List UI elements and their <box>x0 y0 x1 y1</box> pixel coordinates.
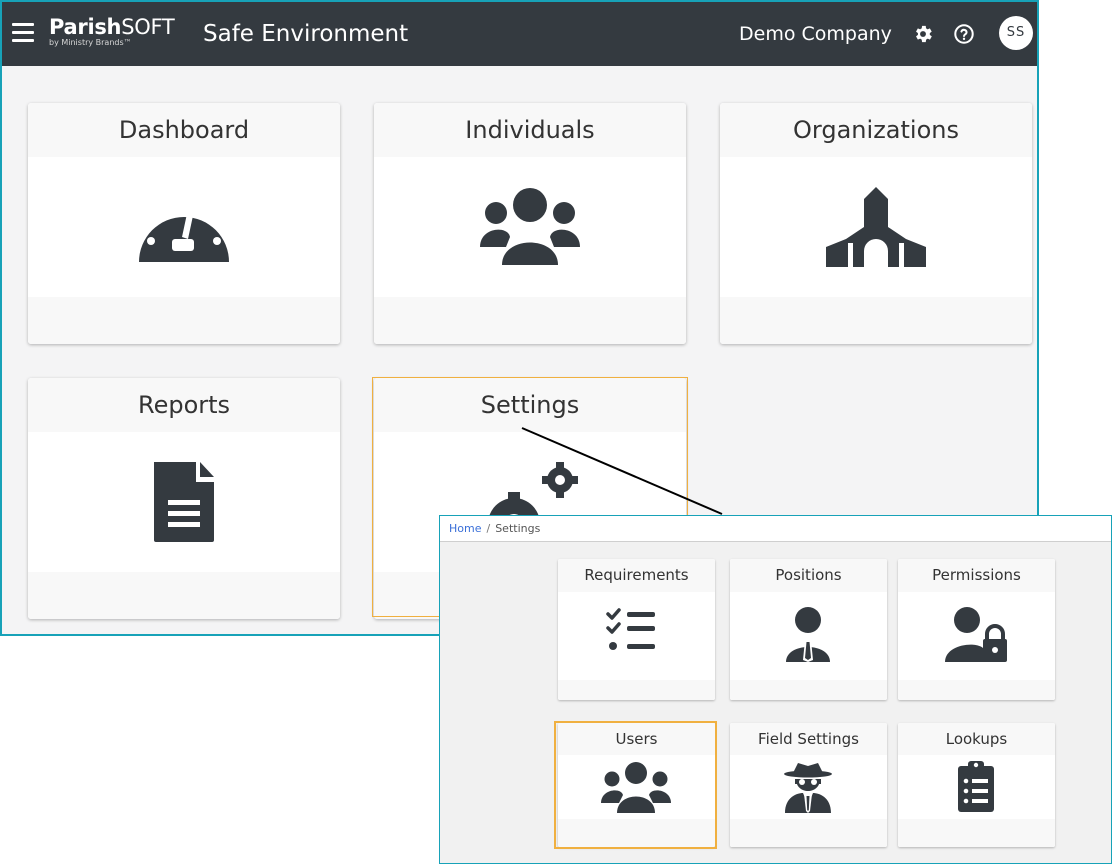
menu-icon[interactable] <box>12 23 34 45</box>
card-title: Lookups <box>898 723 1055 755</box>
checklist-icon <box>606 608 655 650</box>
brand-tagline: by Ministry Brands™ <box>49 38 132 47</box>
card-individuals[interactable]: Individuals <box>374 103 686 344</box>
settings-page-inset: Home / Settings Requirements Positions P… <box>439 515 1112 864</box>
user-tie-icon <box>786 607 830 662</box>
app-title: Safe Environment <box>203 21 409 47</box>
card-title: Organizations <box>720 103 1032 157</box>
document-icon <box>154 462 214 542</box>
users-highlight-frame <box>554 721 717 849</box>
breadcrumb-current: Settings <box>495 522 541 535</box>
card-field-settings[interactable]: Field Settings <box>730 723 887 847</box>
card-title: Reports <box>28 378 340 432</box>
card-title: Field Settings <box>730 723 887 755</box>
card-positions[interactable]: Positions <box>730 559 887 700</box>
brand-logo[interactable]: ParishSOFT by Ministry Brands™ <box>49 15 175 48</box>
clipboard-list-icon <box>958 761 994 812</box>
card-requirements[interactable]: Requirements <box>558 559 715 700</box>
speedometer-icon <box>139 200 229 262</box>
user-secret-icon <box>784 763 832 813</box>
card-permissions[interactable]: Permissions <box>898 559 1055 700</box>
users-icon <box>480 188 580 265</box>
church-icon <box>826 187 926 267</box>
help-icon[interactable] <box>953 23 975 45</box>
breadcrumb: Home / Settings <box>440 516 1111 542</box>
breadcrumb-home-link[interactable]: Home <box>449 522 481 535</box>
brand-prefix: Parish <box>49 15 122 39</box>
card-reports[interactable]: Reports <box>28 378 340 619</box>
user-lock-icon <box>945 607 1007 662</box>
card-organizations[interactable]: Organizations <box>720 103 1032 344</box>
gear-icon[interactable] <box>912 23 934 45</box>
card-title: Individuals <box>374 103 686 157</box>
top-navbar: ParishSOFT by Ministry Brands™ Safe Envi… <box>2 2 1037 66</box>
company-selector[interactable]: Demo Company <box>739 23 892 45</box>
card-dashboard[interactable]: Dashboard <box>28 103 340 344</box>
card-title: Dashboard <box>28 103 340 157</box>
card-title: Requirements <box>558 559 715 592</box>
breadcrumb-separator: / <box>486 522 491 535</box>
user-avatar[interactable]: SS <box>999 16 1033 50</box>
card-title: Permissions <box>898 559 1055 592</box>
card-lookups[interactable]: Lookups <box>898 723 1055 847</box>
brand-suffix: SOFT <box>121 15 175 39</box>
card-title: Positions <box>730 559 887 592</box>
